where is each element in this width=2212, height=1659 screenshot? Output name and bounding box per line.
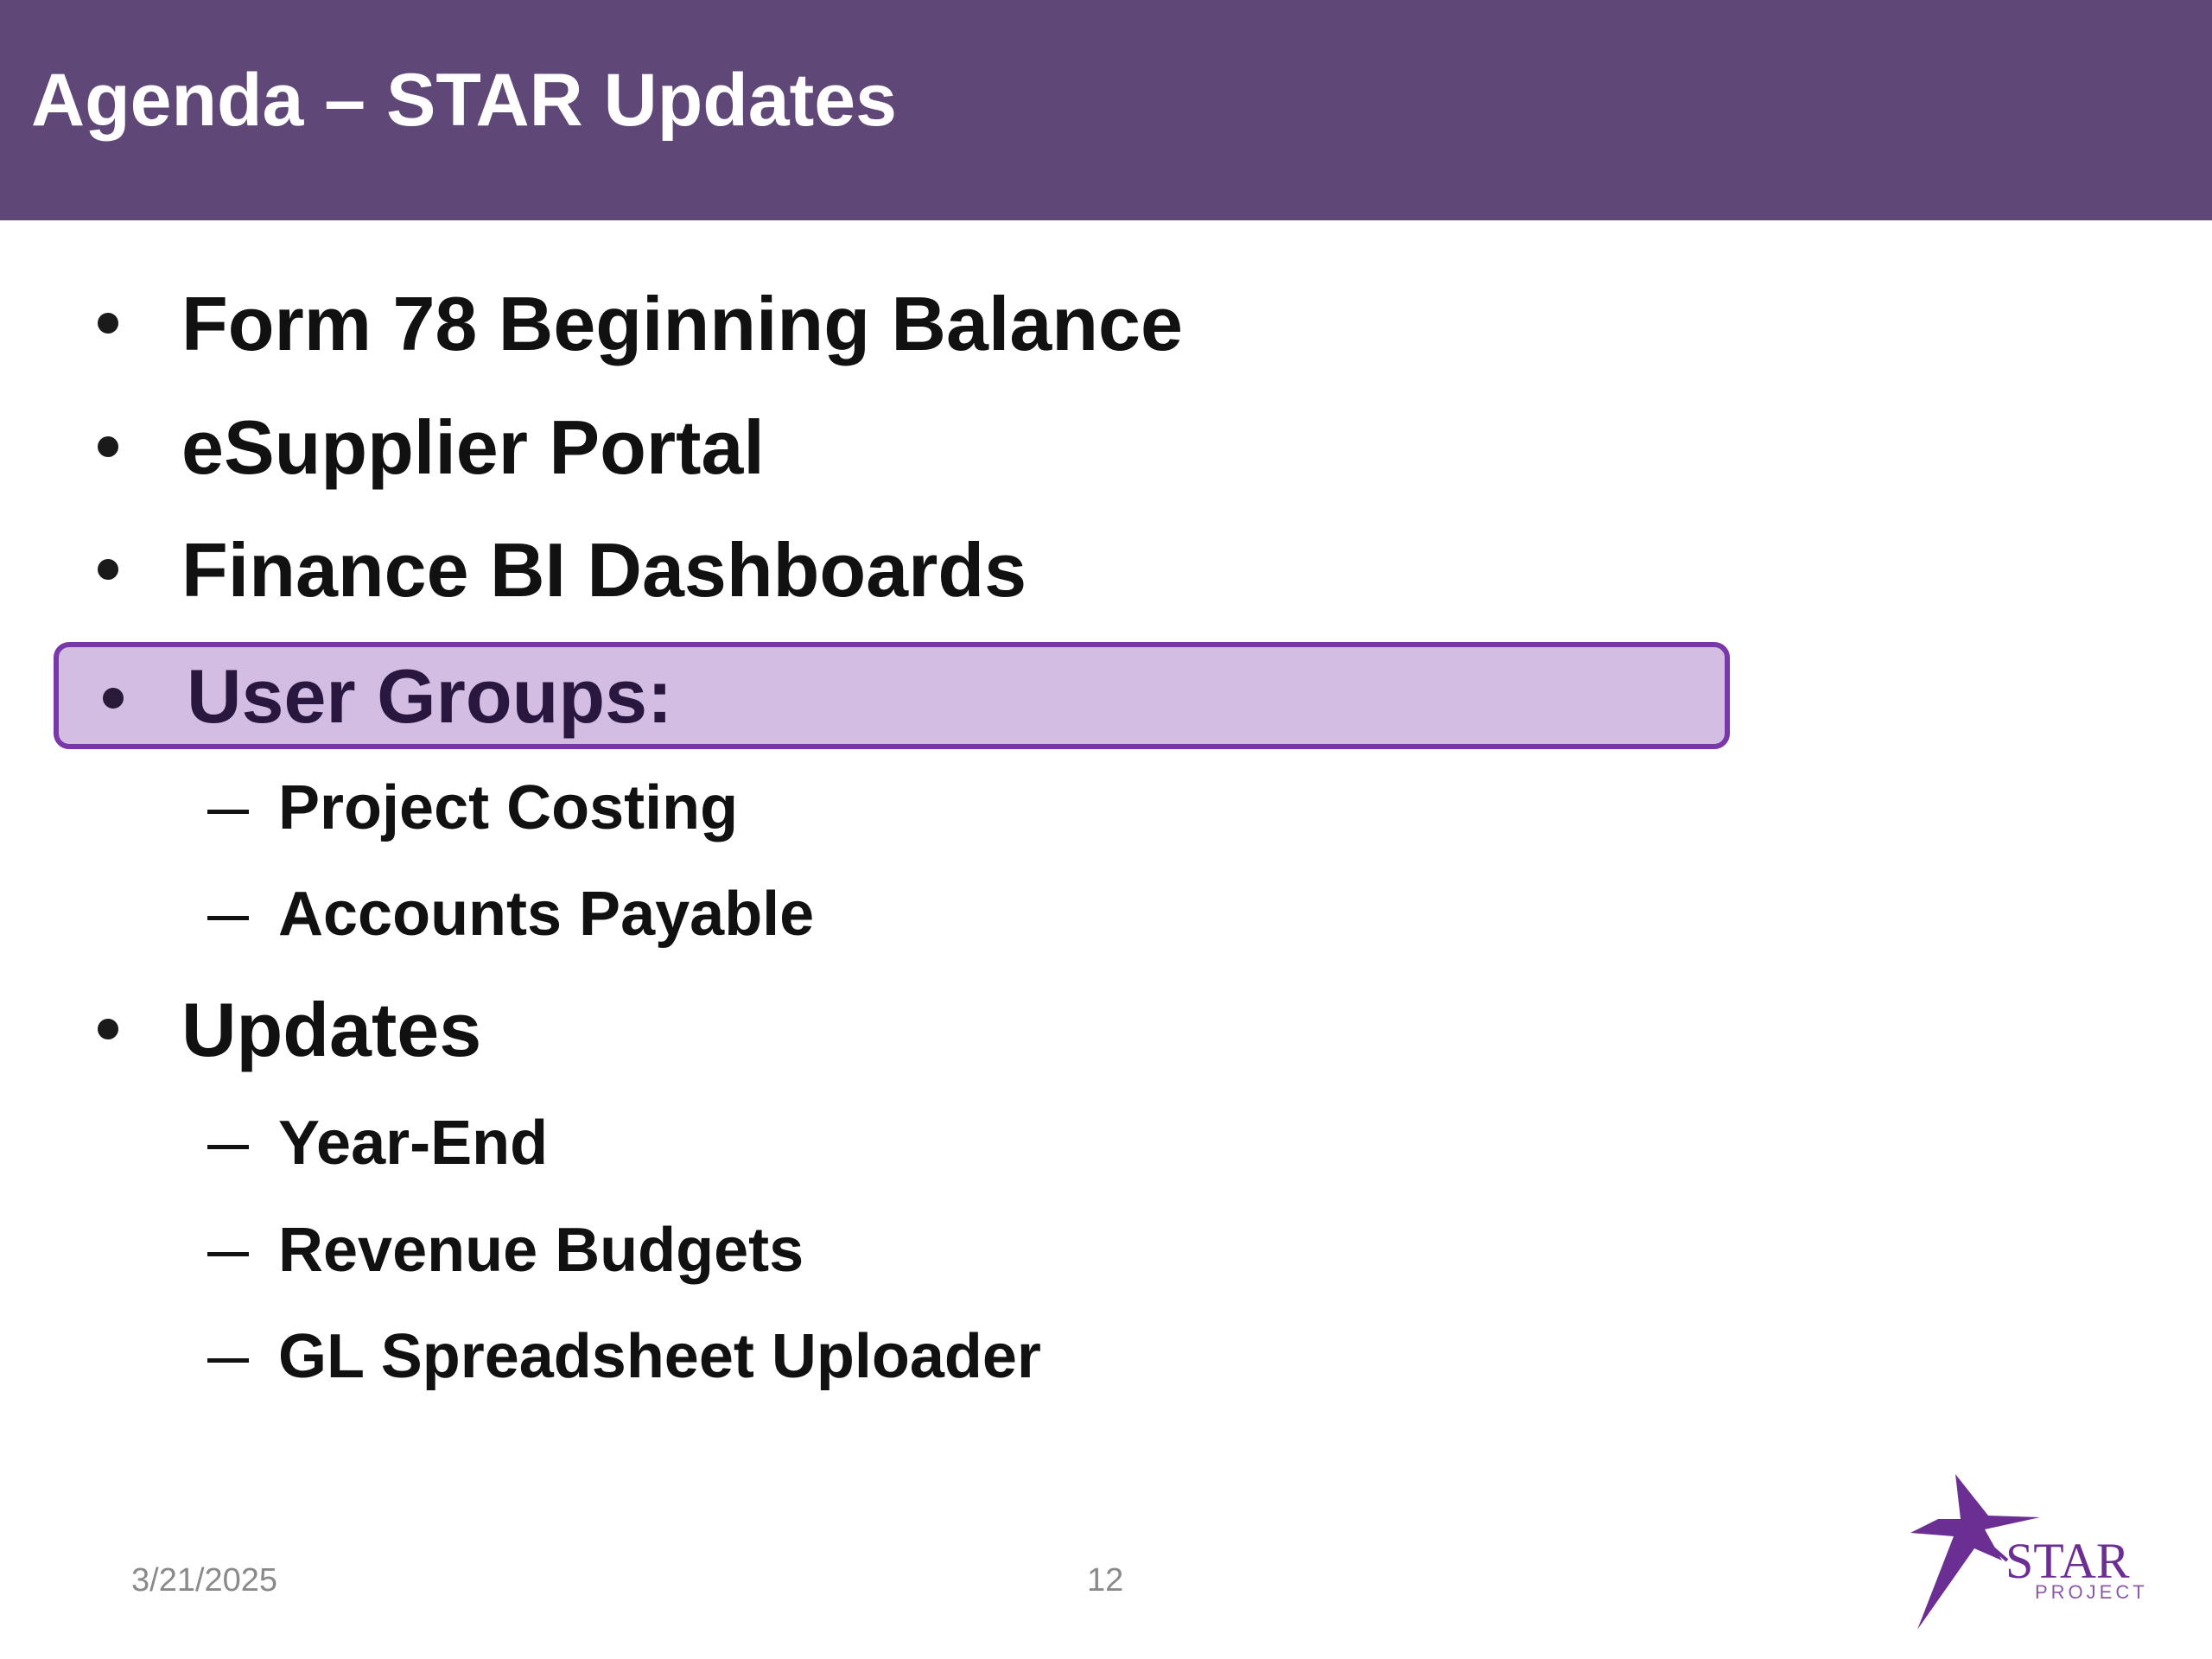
- list-item: eSupplier Portal: [0, 400, 1815, 504]
- sub-list-item-label: Year-End: [278, 1109, 549, 1178]
- star-project-logo-icon: STAR PROJECT: [1910, 1474, 2148, 1630]
- list-item: Updates: [0, 982, 1815, 1086]
- sub-list-item-label: Accounts Payable: [278, 880, 815, 949]
- slide: Agenda – STAR Updates Form 78 Beginning …: [0, 0, 2212, 1659]
- sub-list-item: Project Costing: [0, 765, 1815, 851]
- sub-list-item: Accounts Payable: [0, 871, 1815, 957]
- dash-icon: [207, 1145, 249, 1149]
- highlighted-list-item: User Groups:: [54, 642, 1730, 749]
- list-item-label: Form 78 Beginning Balance: [181, 281, 1183, 366]
- sub-list-item: Revenue Budgets: [0, 1207, 1815, 1294]
- dash-icon: [207, 1358, 249, 1363]
- sub-list-item-label: GL Spreadsheet Uploader: [278, 1322, 1041, 1391]
- dash-icon: [207, 1252, 249, 1256]
- sub-list-item: GL Spreadsheet Uploader: [0, 1313, 1815, 1400]
- sub-list-item-label: Revenue Budgets: [278, 1216, 804, 1285]
- bullet-icon: [98, 313, 118, 334]
- list-item-label: eSupplier Portal: [181, 404, 765, 490]
- list-item-label: Finance BI Dashboards: [181, 527, 1027, 613]
- sub-list-item-label: Project Costing: [278, 773, 739, 842]
- list-item-label: Updates: [181, 987, 482, 1072]
- dash-icon: [207, 810, 249, 814]
- sub-list-item: Year-End: [0, 1100, 1815, 1186]
- footer-page-number: 12: [1087, 1562, 1124, 1599]
- bullet-icon: [98, 436, 118, 457]
- dash-icon: [207, 916, 249, 920]
- logo-subtext: PROJECT: [2035, 1581, 2148, 1603]
- footer-date: 3/21/2025: [131, 1562, 278, 1599]
- list-item: Finance BI Dashboards: [0, 523, 1815, 626]
- list-item-label: User Groups:: [187, 653, 673, 739]
- slide-title: Agenda – STAR Updates: [31, 59, 897, 142]
- bullet-icon: [98, 1019, 118, 1039]
- bullet-icon: [103, 688, 124, 709]
- title-bar: Agenda – STAR Updates: [0, 0, 2212, 220]
- list-item: Form 78 Beginning Balance: [0, 276, 1815, 380]
- bullet-icon: [98, 559, 118, 580]
